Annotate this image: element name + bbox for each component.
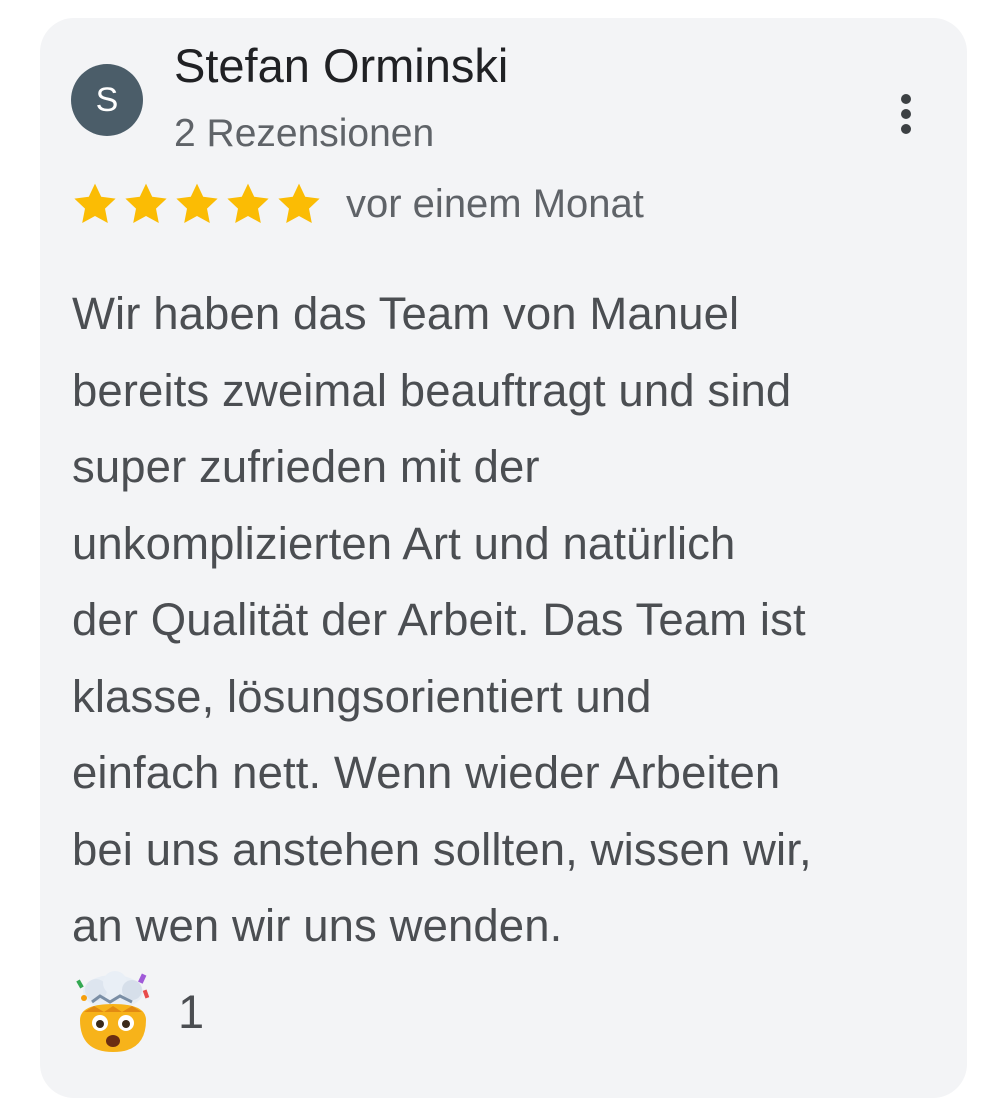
menu-dot [901,109,911,119]
review-text-line: einfach nett. Wenn wieder Arbeiten [72,747,781,798]
star-rating [70,180,325,228]
star-icon [176,183,218,223]
review-text: Wir haben das Team von Manuel bereits zw… [72,276,952,965]
review-date: vor einem Monat [346,181,644,226]
review-text-line: unkomplizierten Art und natürlich [72,517,736,569]
reaction-count: 1 [178,984,205,1038]
reaction-button[interactable]: 1 [70,968,204,1054]
more-vertical-icon[interactable] [886,90,926,138]
menu-dot [901,124,911,134]
review-text-line: an wen wir uns wenden. [72,900,563,951]
star-icon [278,183,320,223]
avatar[interactable]: S [71,64,143,136]
exploding-head-emoji-icon [76,971,150,1052]
review-text-line: der Qualität der Arbeit. Das Team ist [72,594,806,645]
review-text-line: Wir haben das Team von Manuel [72,288,740,339]
author-name[interactable]: Stefan Orminski [174,38,508,93]
review-text-line: bereits zweimal beauftragt und sind [72,364,792,416]
review-card: S Stefan Orminski 2 Rezensionen vor eine… [40,18,967,1098]
author-review-count[interactable]: 2 Rezensionen [174,112,434,156]
star-icon [227,183,269,223]
review-text-line: klasse, lösungsorientiert und [72,670,652,722]
review-text-line: super zufrieden mit der [72,441,540,492]
review-text-line: bei uns anstehen sollten, wissen wir, [72,823,812,875]
star-icon [74,183,116,223]
rating-row: vor einem Monat [70,178,644,230]
star-icon [125,183,167,223]
menu-dot [901,94,911,104]
